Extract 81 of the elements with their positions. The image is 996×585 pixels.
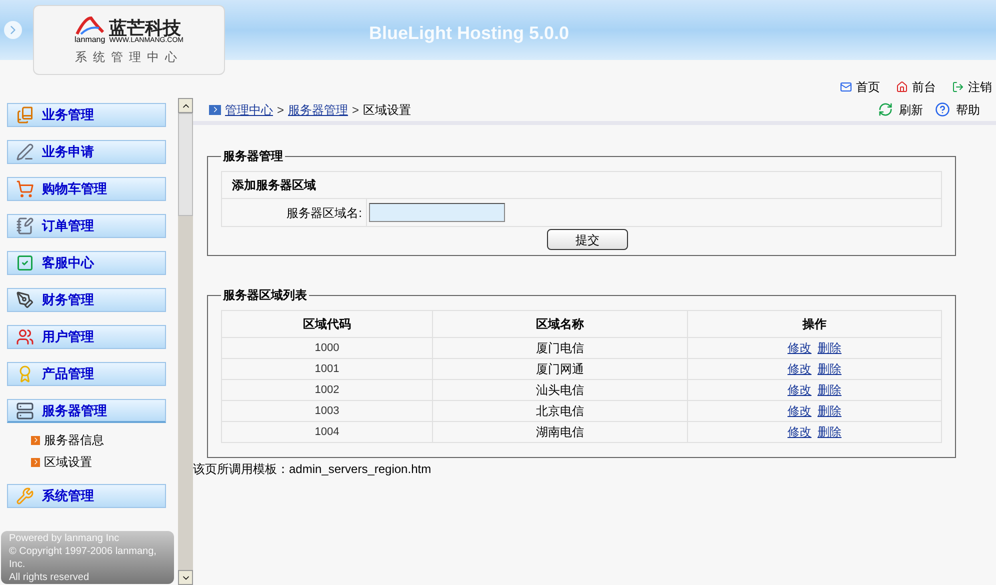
arrow-icon [31, 458, 40, 466]
sidebar-menu-item[interactable]: 产品管理 [7, 362, 166, 386]
column-header: 操作 [688, 310, 942, 338]
sidebar-menu-item[interactable]: 系统管理 [7, 484, 166, 508]
sidebar-submenu-link[interactable]: 区域设置 [31, 453, 178, 471]
server-icon [16, 402, 34, 420]
field-label: 服务器区域名: [222, 199, 367, 226]
notepad-icon [16, 217, 34, 235]
action-link[interactable]: 修改 [788, 402, 812, 420]
column-header: 区域代码 [222, 310, 432, 338]
action-link[interactable]: 修改 [788, 339, 812, 357]
submit-button[interactable]: 提交 [547, 229, 628, 250]
section-title: 添加服务器区域 [222, 172, 941, 199]
scroll-up-icon[interactable] [178, 98, 193, 113]
panel-legend: 服务器区域列表 [221, 286, 309, 304]
panel-legend: 服务器管理 [221, 147, 285, 165]
table-cell: 1002 [222, 380, 432, 400]
action-link[interactable]: 修改 [788, 360, 812, 378]
toolbar-link[interactable]: 帮助 [935, 100, 980, 118]
sidebar-menu-item[interactable]: 服务器管理 [7, 399, 166, 423]
sidebar-menu-item[interactable]: 用户管理 [7, 325, 166, 349]
users-icon [16, 328, 34, 346]
sidebar-submenu-link[interactable]: 服务器信息 [31, 431, 178, 449]
copyright-text: All rights reserved [9, 570, 90, 584]
sidebar-menu-item[interactable]: 客服中心 [7, 251, 166, 275]
home-icon [896, 81, 908, 93]
table-cell: 厦门电信 [432, 338, 688, 358]
logo-mark-icon [74, 16, 105, 36]
check-icon [16, 254, 34, 272]
mail-icon [840, 81, 852, 93]
action-link[interactable]: 删除 [818, 423, 842, 441]
action-link[interactable]: 删除 [818, 360, 842, 378]
table-cell: 北京电信 [432, 400, 688, 422]
breadcrumb-separator: > [352, 102, 360, 118]
pen-nib-icon [16, 291, 34, 309]
logo-subtitle: 系统管理中心 [75, 49, 183, 66]
breadcrumb-link[interactable]: 管理中心 [225, 100, 273, 118]
table-cell: 1001 [222, 358, 432, 380]
help-icon [935, 102, 950, 117]
pen-icon [16, 143, 34, 161]
breadcrumb-link[interactable]: 服务器管理 [288, 100, 348, 118]
copyright-text: Powered by lanmang Inc [9, 532, 120, 544]
play-icon [4, 21, 22, 39]
product-title: BlueLight Hosting 5.0.0 [369, 22, 570, 45]
top-link[interactable]: 前台 [896, 78, 936, 96]
scrollbar[interactable] [178, 98, 193, 585]
table-cell: 1004 [222, 422, 432, 442]
action-link[interactable]: 修改 [788, 381, 812, 399]
table-cell: 汕头电信 [432, 380, 688, 400]
sidebar-menu-item[interactable]: 订单管理 [7, 214, 166, 238]
column-header: 区域名称 [432, 310, 688, 338]
action-link[interactable]: 删除 [818, 381, 842, 399]
top-link[interactable]: 注销 [952, 78, 992, 96]
logo-brand: 蓝芒科技 [109, 19, 182, 37]
books-icon [16, 106, 34, 124]
arrow-icon [31, 436, 40, 444]
breadcrumb-current: 区域设置 [363, 102, 412, 118]
table-cell: 湖南电信 [432, 422, 688, 442]
table-cell: 厦门网通 [432, 358, 688, 380]
toolbar-link[interactable]: 刷新 [878, 100, 923, 118]
logout-icon [952, 81, 964, 93]
cart-icon [16, 180, 34, 198]
template-note: 该页所调用模板：admin_servers_region.htm [193, 461, 432, 478]
action-link[interactable]: 删除 [818, 339, 842, 357]
sidebar-menu-item[interactable]: 业务申请 [7, 140, 166, 164]
scroll-thumb[interactable] [178, 113, 193, 216]
input-field[interactable] [369, 203, 505, 222]
refresh-icon [878, 102, 893, 117]
scroll-down-icon[interactable] [178, 570, 193, 585]
action-link[interactable]: 删除 [818, 402, 842, 420]
logo-latin: lanmang [74, 36, 106, 44]
table-cell: 1000 [222, 338, 432, 358]
table-cell: 1003 [222, 400, 432, 422]
top-link[interactable]: 首页 [840, 78, 880, 96]
action-link[interactable]: 修改 [788, 423, 812, 441]
copyright-text: © Copyright 1997-2006 lanmang, Inc. [9, 544, 158, 570]
sidebar-menu-item[interactable]: 财务管理 [7, 288, 166, 312]
sidebar-menu-item[interactable]: 购物车管理 [7, 177, 166, 201]
breadcrumb-separator: > [277, 102, 284, 118]
sidebar-menu-item[interactable]: 业务管理 [7, 103, 166, 127]
wrench-icon [16, 487, 34, 505]
